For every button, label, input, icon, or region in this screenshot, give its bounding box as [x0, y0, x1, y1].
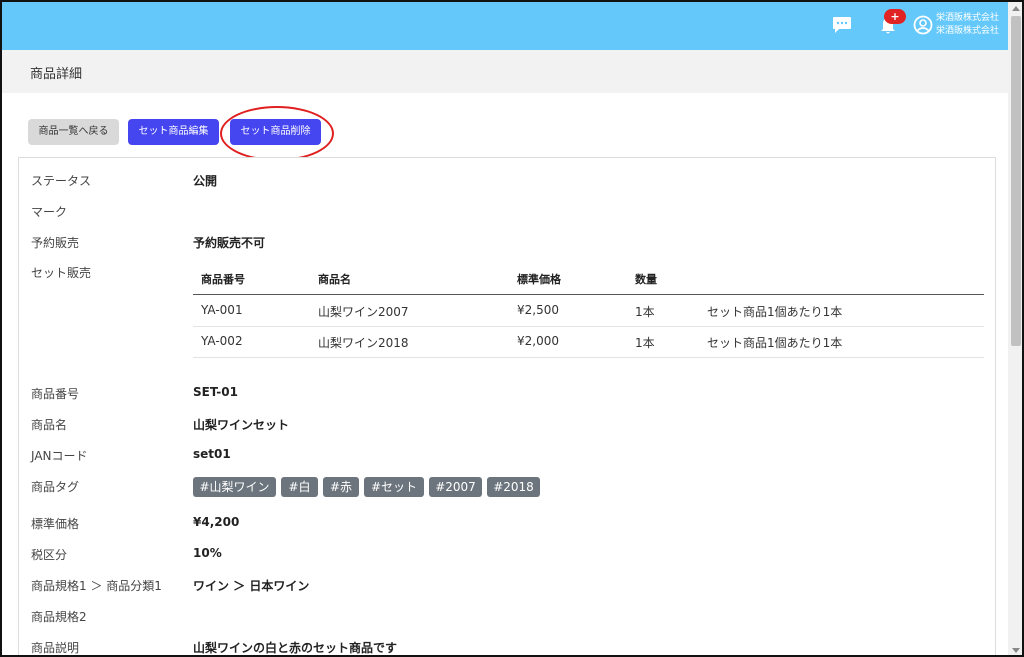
company-line-2: 栄酒販株式会社 — [936, 26, 1000, 36]
row-name: 山梨ワイン2018 — [318, 336, 409, 350]
row-price: ¥2,500 — [517, 303, 559, 317]
description-label: 商品説明 — [31, 641, 80, 655]
top-bar: + 栄酒販株式会社 栄酒販株式会社 — [2, 2, 1008, 50]
row-code: YA-002 — [201, 334, 243, 348]
row-code: YA-001 — [201, 303, 243, 317]
tag-badge[interactable]: #山梨ワイン — [193, 477, 276, 497]
jan-code-label: JANコード — [31, 449, 88, 463]
product-code-value: SET-01 — [193, 385, 238, 399]
notification-badge[interactable]: + — [884, 9, 906, 24]
row-qty: 1本 — [635, 336, 655, 350]
scroll-up-icon[interactable] — [1012, 6, 1020, 11]
row-note: セット商品1個あたり1本 — [707, 305, 843, 319]
tag-badge[interactable]: #2018 — [487, 477, 540, 497]
company-name[interactable]: 栄酒販株式会社 栄酒販株式会社 — [936, 12, 999, 38]
company-line-1: 栄酒販株式会社 — [936, 13, 1000, 23]
table-row-divider — [193, 326, 984, 327]
preorder-value: 予約販売不可 — [193, 236, 266, 250]
tax-class-value: 10% — [193, 546, 222, 560]
status-label: ステータス — [31, 174, 92, 188]
row-name: 山梨ワイン2007 — [318, 305, 409, 319]
set-sale-label: セット販売 — [31, 266, 92, 280]
product-name-label: 商品名 — [31, 418, 68, 432]
spec1-label: 商品規格1 ＞ 商品分類1 — [31, 579, 162, 593]
row-qty: 1本 — [635, 305, 655, 319]
standard-price-label: 標準価格 — [31, 517, 80, 531]
spec1-value: ワイン ＞ 日本ワイン — [193, 579, 310, 593]
page-title: 商品詳細 — [30, 67, 83, 82]
spec2-label: 商品規格2 — [31, 610, 87, 624]
table-header-divider — [193, 294, 984, 295]
edit-set-button[interactable]: セット商品編集 — [128, 119, 219, 145]
row-price: ¥2,000 — [517, 334, 559, 348]
vertical-scrollbar[interactable] — [1008, 2, 1022, 655]
product-code-label: 商品番号 — [31, 387, 80, 401]
page-header: 商品詳細 — [2, 50, 1008, 93]
standard-price-value: ¥4,200 — [193, 515, 240, 529]
table-header-code: 商品番号 — [201, 273, 245, 286]
tag-badge[interactable]: #赤 — [323, 477, 359, 497]
app-window: + 栄酒販株式会社 栄酒販株式会社 商品詳細 商品一覧へ戻る セット商品編集 セ… — [0, 0, 1024, 657]
status-value: 公開 — [193, 174, 218, 188]
table-row-divider — [193, 357, 984, 358]
tax-class-label: 税区分 — [31, 548, 68, 562]
chat-icon[interactable] — [832, 16, 852, 34]
tag-badge[interactable]: #セット — [364, 477, 424, 497]
product-tags-label: 商品タグ — [31, 480, 80, 494]
mark-label: マーク — [31, 205, 68, 219]
scrollbar-thumb[interactable] — [1011, 16, 1021, 346]
table-header-price: 標準価格 — [517, 273, 561, 286]
description-value: 山梨ワインの白と赤のセット商品です — [193, 641, 398, 655]
user-circle-icon[interactable] — [913, 15, 933, 35]
preorder-label: 予約販売 — [31, 236, 80, 250]
tag-badge[interactable]: #白 — [281, 477, 318, 497]
product-detail-card: ステータス 公開 マーク 予約販売 予約販売不可 セット販売 商品番号 商品名 … — [18, 157, 996, 655]
table-header-qty: 数量 — [635, 273, 657, 286]
scroll-down-icon[interactable] — [1012, 648, 1020, 653]
row-note: セット商品1個あたり1本 — [707, 336, 843, 350]
back-to-list-button[interactable]: 商品一覧へ戻る — [28, 119, 119, 145]
jan-code-value: set01 — [193, 447, 231, 461]
delete-set-button[interactable]: セット商品削除 — [230, 119, 321, 145]
product-name-value: 山梨ワインセット — [193, 418, 290, 432]
tag-badge[interactable]: #2007 — [429, 477, 482, 497]
table-header-name: 商品名 — [318, 273, 351, 286]
